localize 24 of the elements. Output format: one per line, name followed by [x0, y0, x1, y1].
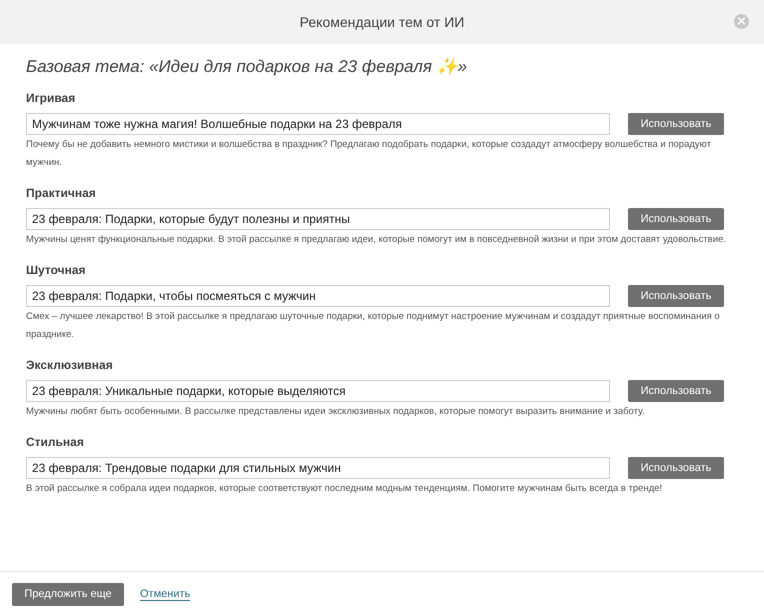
cancel-link[interactable]: Отменить [140, 588, 190, 600]
suggestion-label: Стильная [26, 435, 85, 449]
suggestion-description: Мужчины ценят функциональные подарки. В этой рассылке я предлагаю идеи, которые помогут им в повседневной жизни и при этом доставят удовольствие. [26, 233, 727, 247]
use-button[interactable]: Использовать [628, 285, 724, 307]
suggestion-description: Смех – лучшее лекарство! В этой рассылке я предлагаю шуточные подарки, которые поднимут настроение мужчинам и создадут приятные воспоминания о празднике. [26, 310, 721, 342]
suggestion-label: Игривая [26, 91, 76, 105]
base-topic: Базовая тема: «Идеи для подарков на 23 февраля ✨» [26, 56, 468, 77]
suggestion-description: Мужчины любят быть особенными. В рассылке представлены идеи эксклюзивных подарков, которые помогут выразить внимание и заботу. [26, 405, 646, 419]
suggestion-label: Эксклюзивная [26, 358, 114, 372]
topic-input[interactable]: 23 февраля: Подарки, которые будут полезны и приятны [26, 208, 610, 230]
topic-input[interactable]: 23 февраля: Подарки, чтобы посмеяться с мужчин [26, 285, 610, 307]
suggestion-description: В этой рассылке я собрала идеи подарков, которые соответствуют последним модным тенденциям. Помогите мужчинам быть всегда в тренде! [26, 482, 664, 496]
use-button[interactable]: Использовать [628, 208, 724, 230]
use-button[interactable]: Использовать [628, 113, 724, 135]
use-button[interactable]: Использовать [628, 457, 724, 479]
dialog-title: Рекомендации тем от ИИ [300, 14, 464, 30]
topic-input[interactable]: Мужчинам тоже нужна магия! Волшебные подарки на 23 февраля [26, 113, 610, 135]
topic-input[interactable]: 23 февраля: Трендовые подарки для стильных мужчин [26, 457, 610, 479]
suggest-more-button[interactable]: Предложить еще [12, 582, 124, 606]
suggestion-description: Почему бы не добавить немного мистики и волшебства в праздник? Предлагаю подобрать подарки, которые создадут атмосферу волшебства и порадуют мужчин. [26, 138, 712, 170]
use-button[interactable]: Использовать [628, 380, 724, 402]
suggestion-label: Шуточная [26, 263, 87, 277]
suggestion-label: Практичная [26, 186, 97, 200]
topic-input[interactable]: 23 февраля: Уникальные подарки, которые выделяются [26, 380, 610, 402]
